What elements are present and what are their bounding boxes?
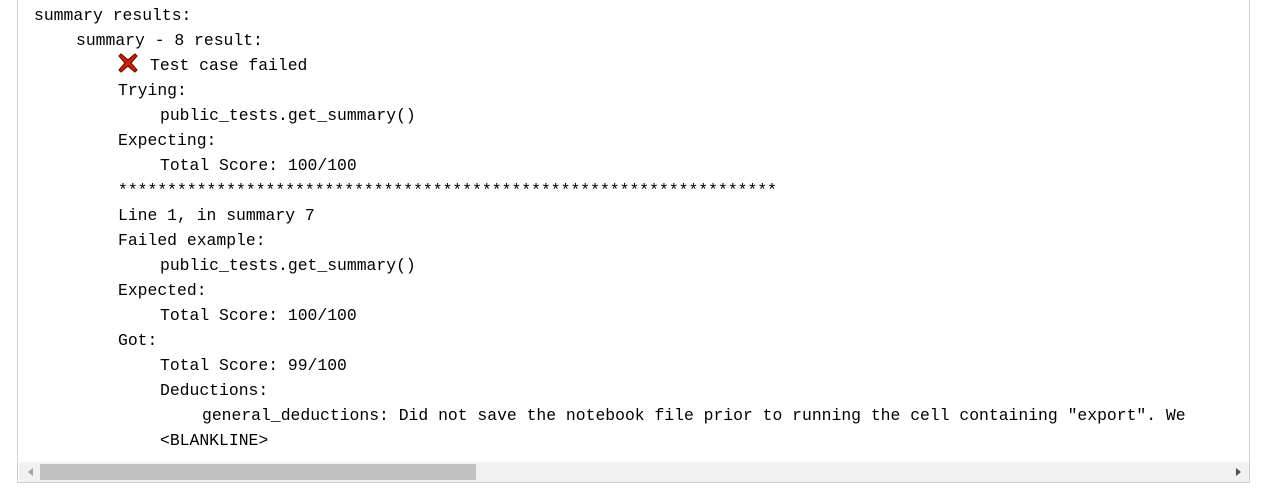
failed-example-code: public_tests.get_summary() [160, 256, 416, 275]
output-line: public_tests.get_summary() [34, 253, 1249, 278]
cell-output-area: summary results: summary - 8 result: Tes… [17, 0, 1250, 483]
line-location: Line 1, in summary 7 [118, 206, 315, 225]
output-line: Total Score: 99/100 [34, 353, 1249, 378]
expected-value: Total Score: 100/100 [160, 306, 357, 325]
trying-code: public_tests.get_summary() [160, 106, 416, 125]
x-mark-icon [118, 53, 138, 73]
scrollbar-thumb[interactable] [40, 464, 476, 480]
separator-line: ****************************************… [118, 181, 778, 200]
output-line: public_tests.get_summary() [34, 103, 1249, 128]
output-line: Trying: [34, 78, 1249, 103]
horizontal-scrollbar[interactable] [19, 462, 1249, 482]
output-text: summary results: summary - 8 result: Tes… [34, 3, 1249, 460]
output-line: Got: [34, 328, 1249, 353]
output-line: Expecting: [34, 128, 1249, 153]
deductions-label: Deductions: [160, 381, 269, 400]
output-line: ****************************************… [34, 178, 1249, 203]
summary-results-heading: summary results: [34, 6, 192, 25]
got-label: Got: [118, 331, 158, 350]
output-line: summary - 8 result: [34, 28, 1249, 53]
expected-label: Expected: [118, 281, 207, 300]
output-line: Deductions: [34, 378, 1249, 403]
output-line: Line 1, in summary 7 [34, 203, 1249, 228]
expecting-label: Expecting: [118, 131, 217, 150]
deduction-message: general_deductions: Did not save the not… [202, 406, 1186, 425]
output-line: Test case failed [34, 53, 1249, 78]
output-line: Failed example: [34, 228, 1249, 253]
blankline-marker: <BLANKLINE> [160, 431, 269, 450]
got-score: Total Score: 99/100 [160, 356, 347, 375]
test-result-heading: summary - 8 result: [76, 31, 263, 50]
failed-example-label: Failed example: [118, 231, 266, 250]
trying-label: Trying: [118, 81, 187, 100]
triangle-right-icon[interactable] [1230, 462, 1247, 482]
output-line: general_deductions: Did not save the not… [34, 403, 1249, 428]
output-line: <BLANKLINE> [34, 428, 1249, 453]
output-line: summary results: [34, 3, 1249, 28]
expecting-value: Total Score: 100/100 [160, 156, 357, 175]
output-line: Total Score: 100/100 [34, 153, 1249, 178]
test-case-failed-label: Test case failed [150, 56, 308, 75]
output-line: Total Score: 100/100 [34, 303, 1249, 328]
output-line: Expected: [34, 278, 1249, 303]
triangle-left-icon[interactable] [22, 462, 39, 482]
